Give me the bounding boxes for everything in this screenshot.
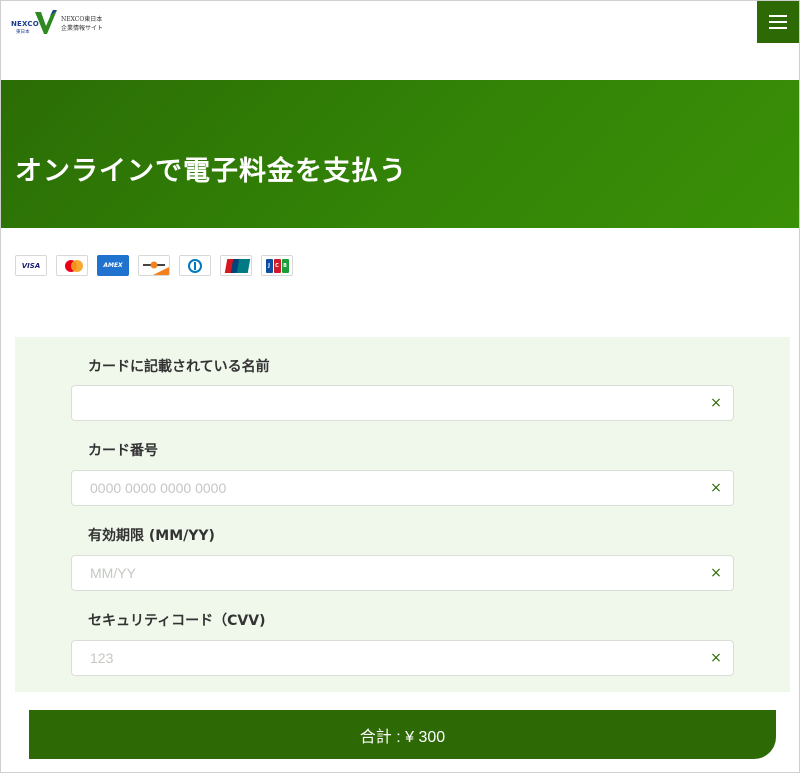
expiry-field[interactable]: × bbox=[71, 555, 734, 591]
nexco-logo[interactable]: NEXCO 東日本 NEXCO東日本 企業情報サイト bbox=[11, 9, 103, 37]
clear-icon[interactable]: × bbox=[699, 395, 733, 411]
logo-caption-line1: NEXCO東日本 bbox=[61, 16, 103, 23]
expiry-label: 有効期限 (MM/YY) bbox=[88, 528, 215, 544]
page-title: オンラインで電子料金を支払う bbox=[15, 156, 407, 187]
total-pay-button[interactable]: 合計 : ¥ 300 bbox=[29, 710, 776, 759]
cardholder-name-input[interactable] bbox=[72, 386, 699, 420]
page-frame: NEXCO 東日本 NEXCO東日本 企業情報サイト オンラインで電子料金を支払… bbox=[0, 0, 800, 773]
logo-caption: NEXCO東日本 企業情報サイト bbox=[61, 15, 103, 33]
logo-region-text: 東日本 bbox=[16, 30, 30, 35]
cvv-label: セキュリティコード（CVV) bbox=[88, 613, 266, 629]
logo-caption-line2: 企業情報サイト bbox=[61, 25, 104, 32]
clear-icon[interactable]: × bbox=[699, 565, 733, 581]
hamburger-menu-icon-bar bbox=[769, 15, 787, 17]
cardholder-name-label: カードに記載されている名前 bbox=[88, 359, 270, 375]
amex-logo-text: AMEX bbox=[103, 262, 123, 269]
visa-logo-icon: VISA bbox=[15, 255, 47, 276]
site-header: NEXCO 東日本 NEXCO東日本 企業情報サイト bbox=[1, 1, 799, 80]
payment-form: カードに記載されている名前 × カード番号 × 有効期限 (MM/YY) × セ… bbox=[15, 337, 790, 692]
hamburger-menu-icon-bar bbox=[769, 27, 787, 29]
cardholder-name-field[interactable]: × bbox=[71, 385, 734, 421]
diners-logo-icon bbox=[179, 255, 211, 276]
nexco-v-icon bbox=[35, 10, 57, 34]
expiry-input[interactable] bbox=[72, 556, 699, 590]
payment-brand-list: VISA AMEX J C B bbox=[15, 255, 293, 276]
card-number-label: カード番号 bbox=[88, 443, 158, 459]
cvv-field[interactable]: × bbox=[71, 640, 734, 676]
card-number-field[interactable]: × bbox=[71, 470, 734, 506]
card-number-input[interactable] bbox=[72, 471, 699, 505]
amex-logo-icon: AMEX bbox=[97, 255, 129, 276]
clear-icon[interactable]: × bbox=[699, 480, 733, 496]
jcb-logo-icon: J C B bbox=[261, 255, 293, 276]
total-pay-button-label: 合計 : ¥ 300 bbox=[359, 728, 446, 746]
unionpay-logo-icon bbox=[220, 255, 252, 276]
visa-logo-text: VISA bbox=[21, 261, 41, 270]
hamburger-menu-button[interactable] bbox=[757, 1, 799, 43]
clear-icon[interactable]: × bbox=[699, 650, 733, 666]
discover-logo-icon bbox=[138, 255, 170, 276]
nexco-logo-mark: NEXCO 東日本 bbox=[11, 9, 57, 37]
cvv-input[interactable] bbox=[72, 641, 699, 675]
mastercard-logo-icon bbox=[56, 255, 88, 276]
hero-banner: オンラインで電子料金を支払う bbox=[1, 80, 799, 228]
hamburger-menu-icon-bar bbox=[769, 21, 787, 23]
